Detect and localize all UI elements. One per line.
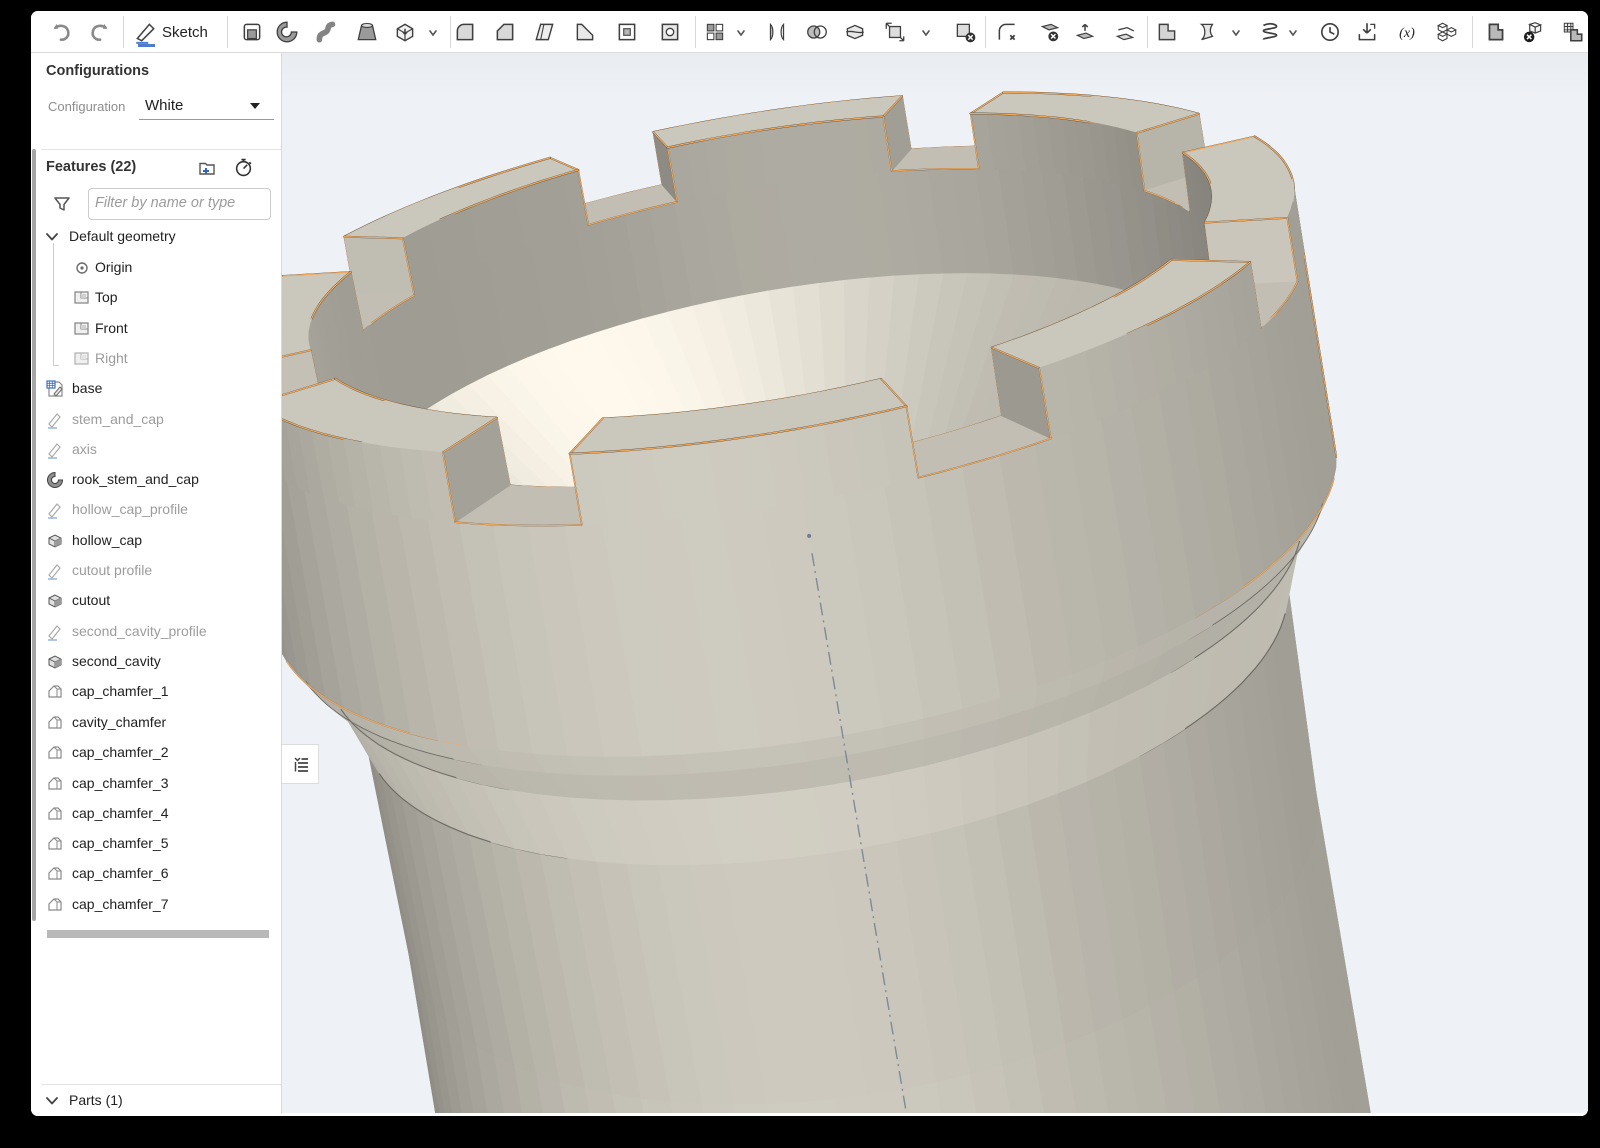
svg-text:(x): (x) xyxy=(1399,25,1415,41)
